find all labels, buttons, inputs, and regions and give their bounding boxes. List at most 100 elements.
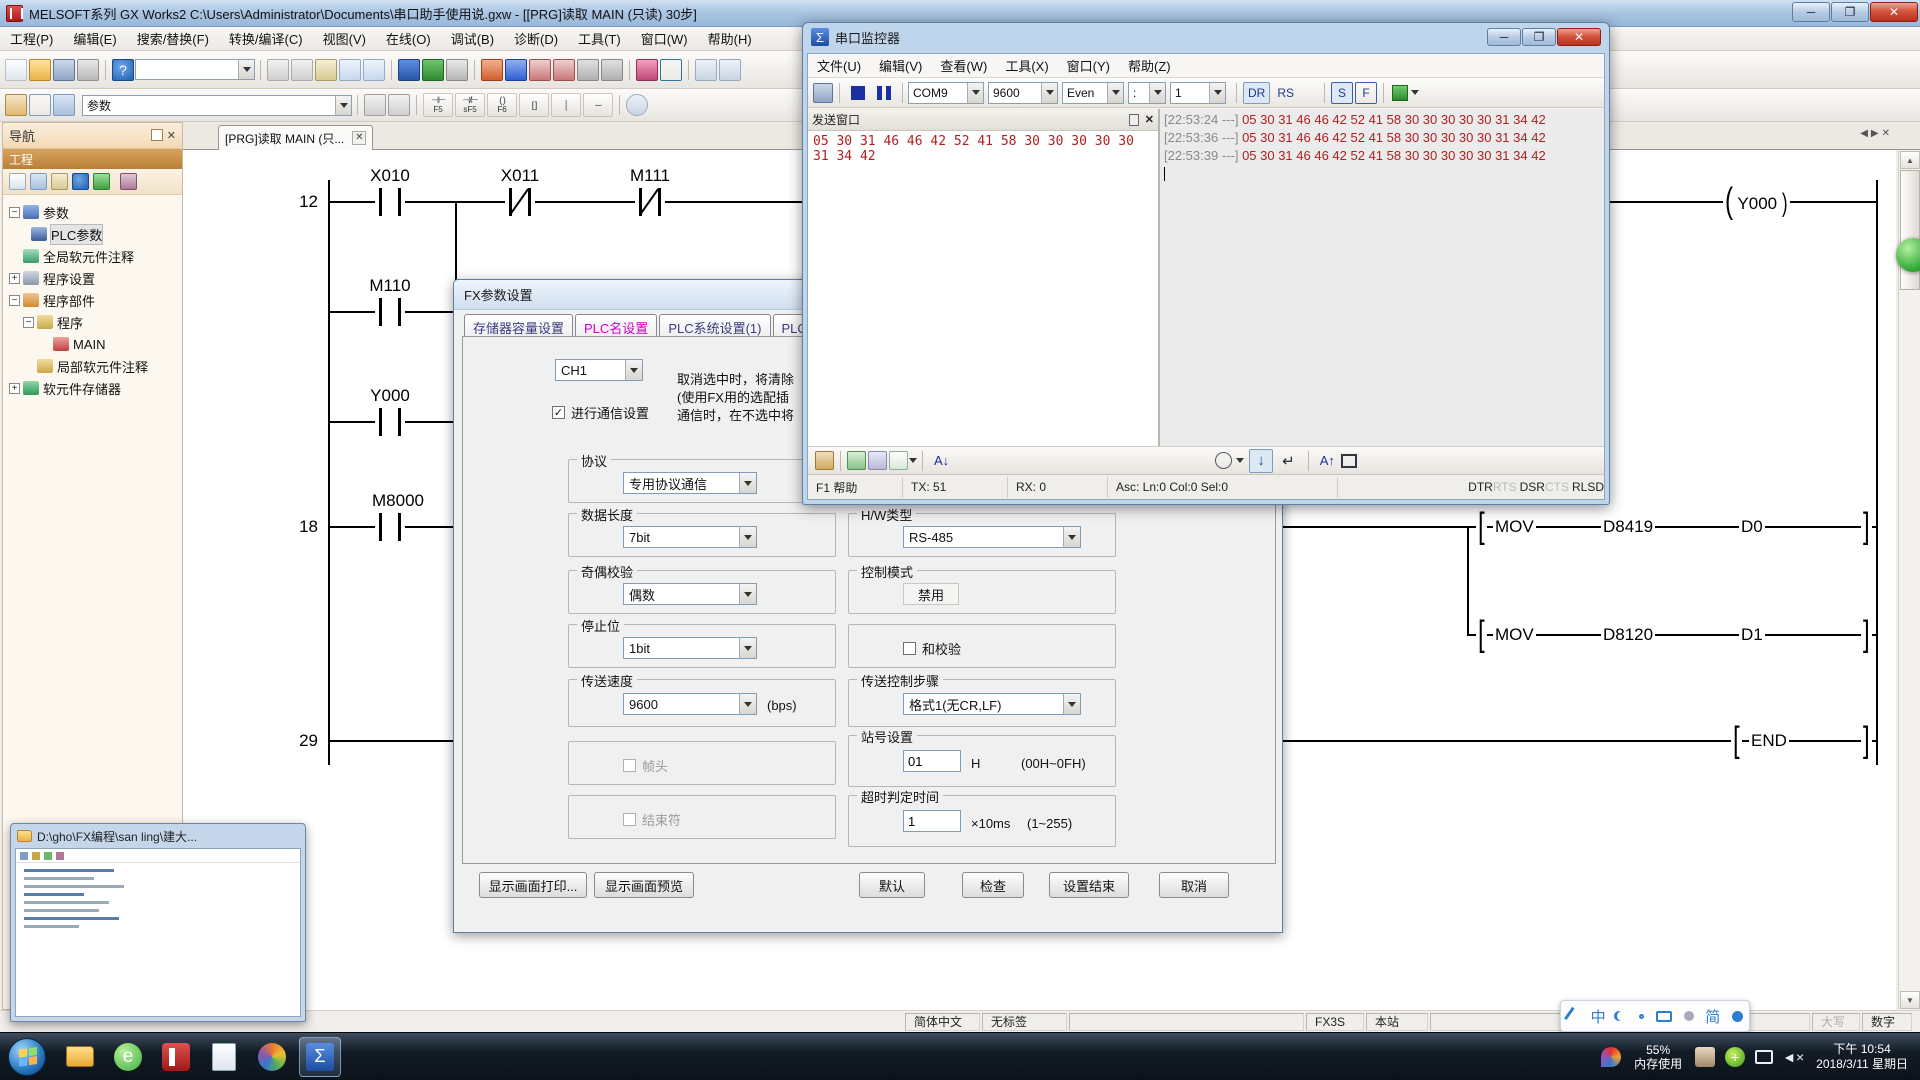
device-display2-icon[interactable] <box>660 59 682 81</box>
send-data[interactable]: 05 30 31 46 46 42 52 41 58 30 30 30 30 3… <box>808 131 1158 167</box>
font-smaller-icon[interactable]: A↓ <box>934 453 949 468</box>
taskbar-media-app[interactable] <box>251 1037 293 1077</box>
dtr-toggle[interactable]: DR <box>1243 82 1270 104</box>
no-contact-m8000[interactable] <box>375 513 405 541</box>
script-options-icon[interactable] <box>909 458 917 463</box>
instruction-end[interactable]: END <box>1749 731 1789 751</box>
instruction-mov-2[interactable]: MOV <box>1493 625 1536 645</box>
nav-paste-icon[interactable] <box>51 173 68 190</box>
print-icon[interactable] <box>77 59 99 81</box>
output-coil-y000[interactable]: ( Y000 ) <box>1723 188 1790 216</box>
autoscroll-icon[interactable]: ↓ <box>1249 449 1273 473</box>
preview-title-bar[interactable]: D:\gho\FX编程\san ling\建大... <box>11 824 305 848</box>
undo-icon[interactable] <box>339 59 361 81</box>
redo-icon[interactable] <box>363 59 385 81</box>
no-contact-m110[interactable] <box>375 298 405 326</box>
close-contact-tool[interactable]: ⊣/⊢sF5 <box>455 93 485 117</box>
tree-item-device-memory[interactable]: + 软元件存储器 <box>9 377 182 399</box>
preview-thumbnail[interactable] <box>15 848 301 1017</box>
taskbar-red-app[interactable] <box>155 1037 197 1077</box>
taskbar-notepad[interactable] <box>203 1037 245 1077</box>
instruction-mov-1[interactable]: MOV <box>1493 517 1536 537</box>
tab-list-close-icon[interactable]: ✕ <box>1882 128 1890 139</box>
navigation-window-icon[interactable] <box>29 94 51 116</box>
fullscreen-icon[interactable] <box>1341 454 1357 468</box>
parameter-editor-icon[interactable] <box>446 59 468 81</box>
comment-display-icon[interactable] <box>364 94 386 116</box>
close-nav-icon[interactable]: ✕ <box>167 129 176 142</box>
watch-window-icon[interactable] <box>577 59 599 81</box>
data-length-select[interactable]: 7bit <box>623 526 757 548</box>
sm-menu-view[interactable]: 查看(W) <box>931 56 996 75</box>
sm-menu-tools[interactable]: 工具(X) <box>996 56 1057 75</box>
keyboard-icon[interactable] <box>1656 1011 1672 1022</box>
user-dict-icon[interactable] <box>1684 1011 1694 1021</box>
menu-project[interactable]: 工程(P) <box>0 29 63 48</box>
timestamp-options-icon[interactable] <box>1236 458 1244 463</box>
close-panel-icon[interactable]: ✕ <box>1145 113 1154 126</box>
tree-item-program[interactable]: − 程序 <box>9 311 182 333</box>
collapse-icon[interactable]: − <box>9 295 20 306</box>
pin-icon[interactable] <box>1129 114 1139 126</box>
minimize-button[interactable]: ─ <box>1487 28 1521 46</box>
sm-menu-help[interactable]: 帮助(Z) <box>1119 56 1180 75</box>
connect-status-icon[interactable] <box>1392 85 1408 101</box>
open-project-icon[interactable] <box>29 59 51 81</box>
protocol-select[interactable]: 专用协议通信 <box>623 472 757 494</box>
menu-compile[interactable]: 转换/编译(C) <box>219 29 313 48</box>
font-larger-icon[interactable]: A↑ <box>1320 453 1335 468</box>
nav-refresh-icon[interactable] <box>93 173 110 190</box>
tray-antivirus-icon[interactable]: + <box>1725 1047 1745 1067</box>
baud-rate-select[interactable]: 9600 <box>623 693 757 715</box>
no-contact-x010[interactable] <box>375 188 405 216</box>
watch-window2-icon[interactable] <box>601 59 623 81</box>
menu-debug[interactable]: 调试(B) <box>441 29 504 48</box>
rts-toggle[interactable]: RS <box>1272 82 1299 104</box>
moon-icon[interactable] <box>1617 1011 1627 1021</box>
timeout-input[interactable] <box>903 810 961 832</box>
sm-menu-window[interactable]: 窗口(Y) <box>1058 56 1119 75</box>
stop-icon[interactable] <box>851 86 865 100</box>
sm-menu-file[interactable]: 文件(U) <box>808 56 870 75</box>
clock[interactable]: 下午 10:54 2018/3/11 星期日 <box>1816 1042 1908 1072</box>
taskbar-browser[interactable]: e <box>107 1037 149 1077</box>
tray-flame-icon[interactable] <box>1601 1047 1621 1067</box>
operand-d8419[interactable]: D8419 <box>1601 517 1655 537</box>
nav-new-icon[interactable] <box>9 173 26 190</box>
collapse-icon[interactable]: − <box>9 207 20 218</box>
tree-item-main[interactable]: MAIN <box>9 333 182 355</box>
menu-view[interactable]: 视图(V) <box>313 29 376 48</box>
terminator-checkbox[interactable]: 结束符 <box>623 810 681 829</box>
clock-icon[interactable] <box>1215 452 1232 469</box>
parity-select[interactable]: 偶数 <box>623 583 757 605</box>
chinese-mode-icon[interactable]: 中 <box>1591 1006 1606 1027</box>
serial-monitor-title-bar[interactable]: Σ 串口监控器 ─ ❐ ✕ <box>803 23 1609 51</box>
write-to-plc-icon[interactable] <box>481 59 503 81</box>
tree-item-plc-parameter[interactable]: PLC参数 <box>9 223 182 245</box>
connect-options-icon[interactable] <box>1411 90 1419 95</box>
procedure-select[interactable]: 格式1(无CR,LF) <box>903 693 1081 715</box>
project-section-header[interactable]: 工程 <box>3 149 182 169</box>
simplified-icon[interactable]: 简 <box>1705 1006 1720 1027</box>
scroll-up-icon[interactable]: ▲ <box>1900 151 1920 169</box>
sum-check-checkbox[interactable]: 和校验 <box>903 639 961 658</box>
memory-usage-widget[interactable]: 55% 内存使用 <box>1634 1043 1682 1071</box>
maximize-button[interactable]: ❐ <box>1522 28 1556 46</box>
zoom-icon[interactable] <box>626 94 648 116</box>
device-comment-icon[interactable] <box>398 59 420 81</box>
nc-contact-m111[interactable] <box>635 188 665 216</box>
menu-window[interactable]: 窗口(W) <box>631 29 698 48</box>
log-list-icon[interactable] <box>868 451 887 470</box>
open-contact-tool[interactable]: ⊣⊢F5 <box>423 93 453 117</box>
com-port-select[interactable]: COM9 <box>908 82 984 104</box>
operand-d1[interactable]: D1 <box>1739 625 1765 645</box>
expand-icon[interactable]: + <box>9 383 20 394</box>
collapse-icon[interactable]: − <box>23 317 34 328</box>
menu-edit[interactable]: 编辑(E) <box>63 29 126 48</box>
monitor-start-icon[interactable] <box>529 59 551 81</box>
tab-close-icon[interactable]: ✕ <box>352 131 366 145</box>
nc-contact-x011[interactable] <box>505 188 535 216</box>
coil-tool[interactable]: ( )F6 <box>487 93 517 117</box>
start-button[interactable] <box>8 1038 46 1076</box>
operand-d8120[interactable]: D8120 <box>1601 625 1655 645</box>
